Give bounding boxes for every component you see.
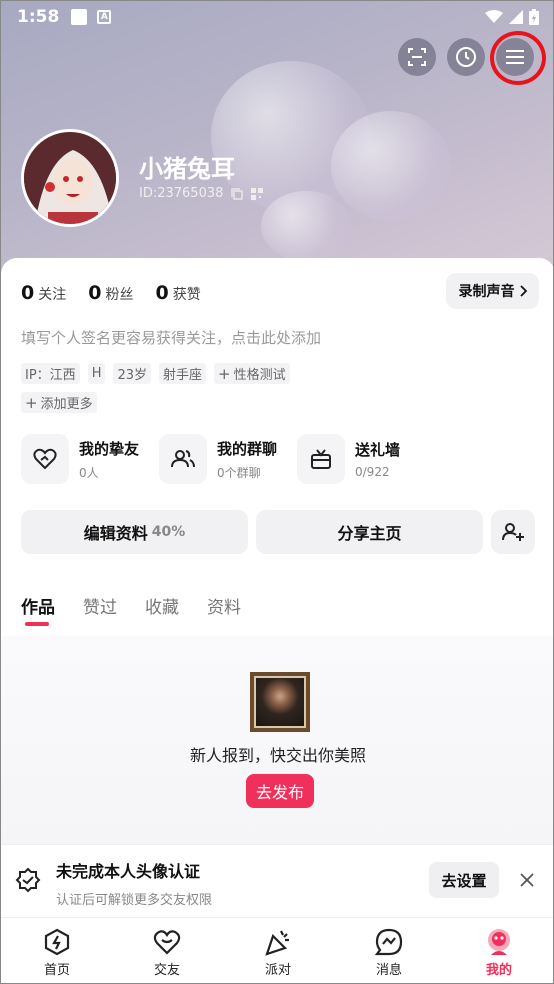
stat-fans[interactable]: 0 粉丝 [88,282,133,304]
qr-code-icon[interactable] [251,187,264,200]
verify-badge-icon [15,867,41,893]
verify-subtitle: 认证后可解锁更多交友权限 [56,893,213,908]
tab-works[interactable]: 作品 [21,593,55,618]
tag-personality-test[interactable]: + 性格测试 [214,363,290,384]
feature-title: 我的挚友 [79,439,140,458]
feature-group-chats[interactable]: 我的群聊 0个群聊 [159,434,277,484]
party-icon [265,930,289,956]
wifi-icon [485,10,503,23]
stats-row: 0 关注 0 粉丝 0 获赞 [21,282,201,304]
status-time: 1:58 [17,7,60,27]
tab-info[interactable]: 资料 [207,593,241,618]
app-frame: 1:58 A 小猪兔耳 ID:23765038 0 关注 0 粉丝 0 获赞 录… [0,0,554,984]
publish-button[interactable]: 去发布 [246,774,314,808]
plus-icon: + [25,393,38,412]
nav-messages[interactable]: 消息 [349,925,429,978]
home-icon [44,928,70,956]
history-button[interactable] [447,38,485,76]
content-tabs: 作品 赞过 收藏 资料 [21,593,241,618]
feature-best-friends[interactable]: 我的挚友 0人 [21,434,139,484]
nav-home[interactable]: 首页 [17,925,97,978]
chevron-right-icon [519,285,527,297]
group-icon [171,450,195,468]
gift-icon [311,449,331,469]
profile-completion-percent: 40% [151,524,186,540]
highlight-ring-annotation [490,31,546,85]
notification-square-icon [71,9,88,25]
signal-icon [509,10,523,24]
nav-friends[interactable]: 交友 [127,925,207,978]
stat-likes[interactable]: 0 获赞 [155,282,200,304]
status-icons [485,9,539,25]
tag-age: 23岁 [113,363,152,384]
tag-h: H [87,363,106,384]
verify-title: 未完成本人头像认证 [56,862,201,881]
stat-following[interactable]: 0 关注 [21,282,66,304]
avatar[interactable] [21,129,119,227]
me-icon [488,929,510,955]
decorative-bubble [261,191,351,261]
message-icon [375,928,403,956]
tag-row: IP：江西 H 23岁 射手座 + 性格测试 [21,363,290,384]
framed-photo-illustration [250,672,310,732]
copy-icon[interactable] [231,187,244,200]
tab-liked[interactable]: 赞过 [83,593,117,618]
scan-icon [408,48,426,66]
go-setup-button[interactable]: 去设置 [429,862,499,898]
feature-sub: 0个群聊 [217,465,261,480]
edit-profile-button[interactable]: 编辑资料 40% [21,510,248,554]
decorative-bubble [331,111,451,221]
profile-username: 小猪兔耳 [139,155,235,183]
record-voice-button[interactable]: 录制声音 [446,273,539,309]
nav-me[interactable]: 我的 [459,925,539,978]
feature-sub: 0人 [79,465,99,480]
add-more-tags-button[interactable]: + 添加更多 [21,392,97,413]
tag-ip: IP：江西 [21,363,80,384]
add-friend-button[interactable] [491,510,535,554]
works-content-area [1,636,553,846]
plus-icon: + [218,364,231,383]
heart-friends-icon [33,448,57,470]
tab-favorites[interactable]: 收藏 [145,593,179,618]
feature-gift-wall[interactable]: 送礼墙 0/922 [297,434,400,484]
add-user-icon [502,523,524,541]
feature-sub: 0/922 [355,465,390,479]
profile-id: ID:23765038 [139,186,224,201]
friends-icon [153,930,181,955]
clock-icon [456,47,476,67]
profile-id-row: ID:23765038 [139,186,264,201]
feature-row: 我的挚友 0人 我的群聊 0个群聊 送礼墙 0/922 [21,434,541,488]
status-bar: 1:58 A [1,1,553,33]
battery-icon [529,9,539,25]
empty-state-text: 新人报到，快交出你美照 [189,746,366,765]
feature-title: 送礼墙 [355,441,401,459]
share-profile-button[interactable]: 分享主页 [256,510,483,554]
notification-a-icon: A [97,10,112,24]
tag-zodiac: 射手座 [159,363,207,384]
record-voice-label: 录制声音 [458,284,515,300]
active-tab-indicator [25,622,49,626]
scan-button[interactable] [398,38,436,76]
feature-title: 我的群聊 [217,439,278,458]
bio-placeholder[interactable]: 填写个人签名更容易获得关注，点击此处添加 [21,327,321,348]
nav-party[interactable]: 派对 [238,925,318,978]
close-icon[interactable] [520,873,534,887]
